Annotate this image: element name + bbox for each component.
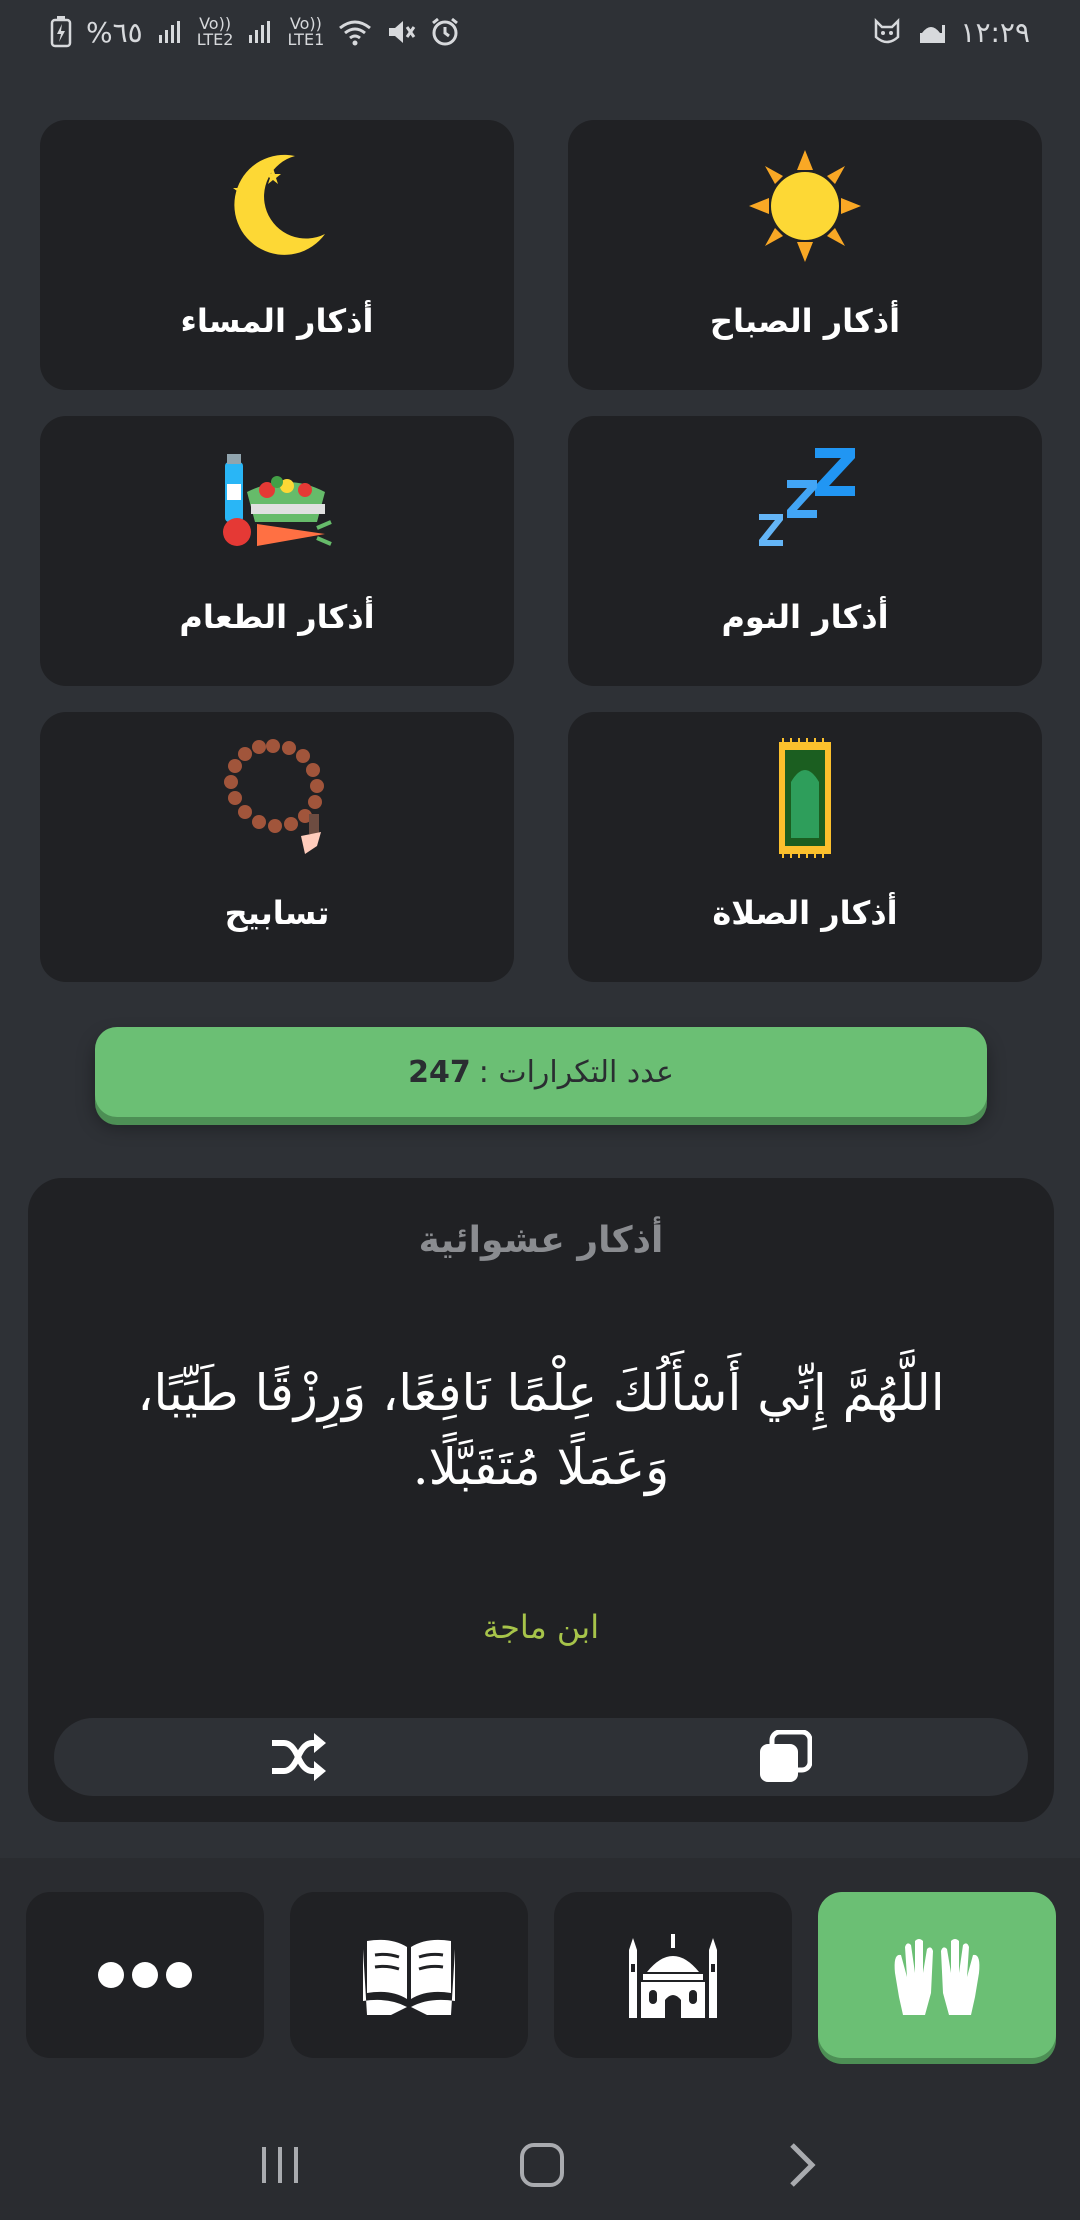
bottom-tabs: [26, 1892, 1056, 2058]
status-bar: %٦٥ Vo)) LTE2 Vo)) LTE1 ١٢:٢٩: [0, 0, 1080, 64]
shuffle-icon: [271, 1733, 326, 1781]
card-label: تسابيح: [224, 894, 330, 932]
card-label: أذكار المساء: [180, 302, 374, 340]
sim2-indicator: Vo)) LTE2: [196, 14, 234, 49]
status-right: ١٢:٢٩: [872, 16, 1030, 49]
home-icon[interactable]: [518, 2141, 566, 2189]
tab-more[interactable]: [26, 1892, 264, 2058]
sun-icon: [749, 150, 861, 262]
status-left: %٦٥ Vo)) LTE2 Vo)) LTE1: [50, 16, 460, 49]
clock: ١٢:٢٩: [960, 15, 1030, 49]
repetition-counter-button[interactable]: عدد التكرارات : 247: [95, 1027, 987, 1117]
signal-icon: [249, 21, 271, 43]
battery-icon: [50, 16, 72, 48]
more-icon: [98, 1962, 192, 1988]
recent-apps-icon[interactable]: [258, 2143, 302, 2187]
system-navigation-bar: [0, 2120, 1080, 2210]
signal-icon: [158, 21, 180, 43]
random-adhkar-title: أذكار عشوائية: [418, 1220, 664, 1261]
sim1-indicator: Vo)) LTE1: [287, 14, 325, 49]
praying-hands-icon: [894, 1939, 980, 2015]
copy-button[interactable]: [753, 1725, 817, 1789]
copy-icon: [759, 1730, 812, 1782]
bottom-navigation: [0, 1858, 1080, 2220]
moon-stars-icon: [233, 154, 325, 255]
tab-adhkar[interactable]: [818, 1892, 1056, 2058]
shuffle-button[interactable]: [266, 1725, 330, 1789]
battery-percent: %٦٥: [86, 15, 143, 49]
prayer-rug-icon: [779, 738, 831, 858]
card-label: أذكار النوم: [721, 598, 889, 636]
food-icon: [223, 454, 332, 546]
cat-icon: [875, 17, 900, 44]
category-grid: أذكار الصباح أذكار المساء أذكار النوم أذ…: [40, 120, 1042, 982]
tab-prayer-times[interactable]: [554, 1892, 792, 2058]
dhikr-text: اللَّهُمَّ إِنِّي أَسْأَلُكَ عِلْمًا نَا…: [137, 1364, 945, 1496]
dhikr-action-bar: [54, 1718, 1028, 1796]
mute-icon: [389, 21, 416, 43]
counter-value: 247: [408, 1054, 471, 1090]
back-icon[interactable]: [782, 2141, 822, 2189]
mosque-status-icon: [920, 25, 946, 43]
card-label: أذكار الصباح: [709, 302, 901, 340]
card-prayer-adhkar[interactable]: أذكار الصلاة: [568, 712, 1042, 982]
prayer-beads-icon: [224, 739, 324, 854]
card-tasabeeh[interactable]: تسابيح: [40, 712, 514, 982]
dhikr-source: ابن ماجة: [482, 1608, 600, 1646]
wifi-icon: [339, 20, 372, 46]
random-adhkar-card: أذكار عشوائية اللَّهُمَّ إِنِّي أَسْأَلُ…: [28, 1178, 1054, 1822]
zzz-icon: [759, 448, 855, 546]
quran-icon: [363, 1939, 455, 2015]
card-food-adhkar[interactable]: أذكار الطعام: [40, 416, 514, 686]
card-evening-adhkar[interactable]: أذكار المساء: [40, 120, 514, 390]
card-label: أذكار الطعام: [179, 598, 375, 636]
counter-label: عدد التكرارات :: [478, 1054, 674, 1090]
mosque-icon: [629, 1934, 717, 2018]
alarm-icon: [432, 17, 459, 46]
card-morning-adhkar[interactable]: أذكار الصباح: [568, 120, 1042, 390]
card-sleep-adhkar[interactable]: أذكار النوم: [568, 416, 1042, 686]
tab-quran[interactable]: [290, 1892, 528, 2058]
card-label: أذكار الصلاة: [712, 894, 898, 932]
